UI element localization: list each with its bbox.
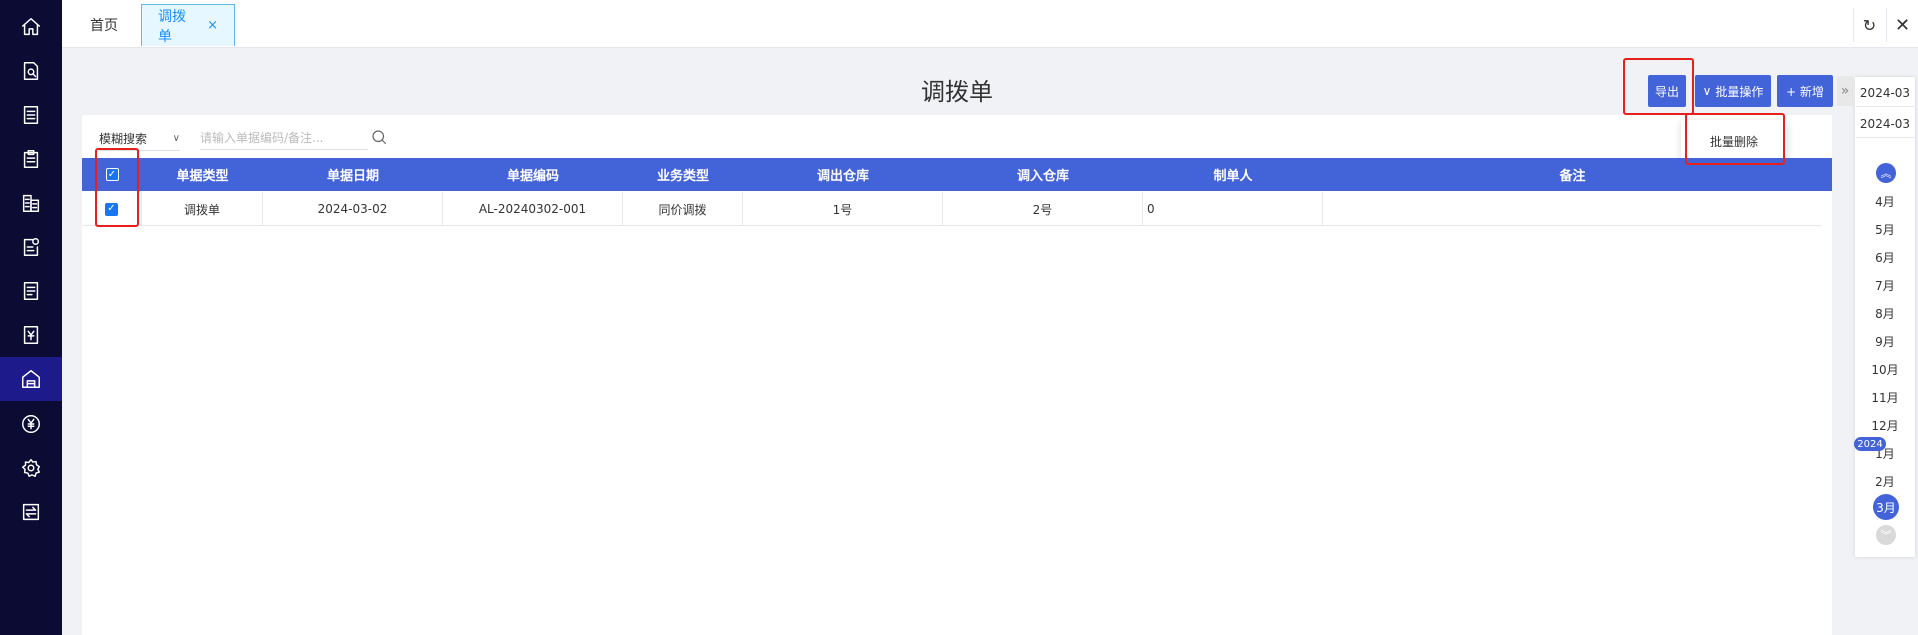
- batch-operation-label: 批量操作: [1715, 84, 1764, 99]
- tab-home-label: 首页: [90, 18, 118, 34]
- sidebar-item-finance-doc[interactable]: [0, 313, 62, 357]
- table-cell: AL-20240302-001: [443, 192, 623, 226]
- column-header[interactable]: 调出仓库: [743, 158, 943, 191]
- sidebar-item-building[interactable]: [0, 181, 62, 225]
- document-settings-icon: [23, 238, 40, 256]
- batch-dropdown-menu: 批量删除: [1681, 120, 1787, 162]
- gear-icon: [22, 459, 40, 477]
- close-all-icon[interactable]: ✕: [1886, 8, 1918, 42]
- table-header: ✓ 单据类型 单据日期 单据编码 业务类型 调出仓库 调入仓库 制单人 备注: [82, 158, 1832, 191]
- column-header[interactable]: 单据编码: [443, 158, 623, 191]
- building-icon: [22, 194, 40, 212]
- column-header[interactable]: 制单人: [1143, 158, 1323, 191]
- sidebar-item-finance[interactable]: [0, 402, 62, 446]
- sidebar-item-clipboard[interactable]: [0, 137, 62, 181]
- end-date-field[interactable]: 2024-03: [1856, 110, 1914, 138]
- row-select-cell: ✓: [82, 192, 142, 226]
- batch-operation-button[interactable]: ∨ 批量操作: [1695, 75, 1771, 107]
- page-title: 调拨单: [921, 78, 993, 106]
- chevron-down-icon: ∨: [172, 133, 180, 144]
- month-item[interactable]: 7月: [1856, 277, 1914, 294]
- table-cell: 1号: [743, 192, 943, 226]
- collapse-panel-icon[interactable]: »: [1837, 76, 1853, 106]
- select-all-checkbox[interactable]: ✓: [105, 168, 119, 181]
- table-cell: 2024-03-02: [263, 192, 443, 226]
- sidebar-item-transfer[interactable]: [0, 490, 62, 534]
- column-header[interactable]: 单据日期: [263, 158, 443, 191]
- document-search-icon: [23, 62, 39, 80]
- table-cell: 同价调拨: [623, 192, 743, 226]
- search-input[interactable]: [200, 126, 368, 150]
- month-item[interactable]: 6月: [1856, 249, 1914, 266]
- sidebar-item-home[interactable]: [0, 5, 62, 49]
- sidebar-item-settings[interactable]: [0, 446, 62, 490]
- month-item[interactable]: 2月: [1856, 473, 1914, 490]
- yen-document-icon: [23, 326, 39, 344]
- select-all-cell: ✓: [82, 158, 142, 191]
- receipt-icon: [23, 282, 39, 300]
- month-item[interactable]: 9月: [1856, 333, 1914, 350]
- month-item[interactable]: 8月: [1856, 305, 1914, 322]
- warehouse-icon: [22, 370, 40, 388]
- home-icon: [22, 18, 40, 36]
- month-item[interactable]: 4月: [1856, 193, 1914, 210]
- search-icon[interactable]: [370, 128, 388, 146]
- sidebar-item-warehouse[interactable]: [0, 357, 62, 401]
- month-item[interactable]: 10月: [1856, 361, 1914, 378]
- search-mode-label: 模糊搜索: [99, 132, 148, 146]
- start-date-field[interactable]: 2024-03: [1856, 79, 1914, 107]
- column-header[interactable]: 调入仓库: [943, 158, 1143, 191]
- year-badge: 2024: [1854, 437, 1886, 451]
- sidebar-item-receipt[interactable]: [0, 269, 62, 313]
- scroll-up-icon[interactable]: ︽: [1876, 163, 1896, 183]
- clipboard-icon: [23, 150, 39, 168]
- column-header[interactable]: 业务类型: [623, 158, 743, 191]
- add-button[interactable]: + 新增: [1777, 75, 1833, 107]
- yen-circle-icon: [22, 415, 40, 433]
- list-icon: [23, 106, 39, 124]
- export-button[interactable]: 导出: [1648, 75, 1686, 107]
- table-row[interactable]: ✓ 调拨单 2024-03-02 AL-20240302-001 同价调拨 1号…: [82, 192, 1822, 226]
- sidebar-item-query[interactable]: [0, 49, 62, 93]
- table-cell: 调拨单: [142, 192, 263, 226]
- menu-item-batch-delete[interactable]: 批量删除: [1710, 133, 1758, 150]
- row-checkbox[interactable]: ✓: [105, 202, 118, 216]
- table-cell: 0: [1143, 192, 1323, 226]
- month-item[interactable]: 12月: [1856, 417, 1914, 434]
- transfer-icon: [22, 503, 40, 521]
- tab-transfer-order-label: 调拨单: [158, 8, 186, 45]
- sidebar: [0, 0, 62, 635]
- dropdown-caret: [1728, 113, 1742, 120]
- close-icon[interactable]: ×: [207, 18, 218, 33]
- chevron-down-icon: ∨: [1702, 84, 1712, 98]
- search-mode-select[interactable]: 模糊搜索 ∨: [99, 127, 180, 151]
- tab-transfer-order[interactable]: 调拨单 ×: [141, 4, 235, 46]
- sidebar-item-settings-doc[interactable]: [0, 225, 62, 269]
- tab-bar: 首页 调拨单 × ↻ ✕: [62, 0, 1918, 48]
- column-header[interactable]: 备注: [1323, 158, 1822, 191]
- month-item[interactable]: 11月: [1856, 389, 1914, 406]
- scroll-down-icon[interactable]: ︾: [1876, 525, 1896, 545]
- tab-home[interactable]: 首页: [74, 4, 134, 46]
- table-cell: 2号: [943, 192, 1143, 226]
- sidebar-item-list[interactable]: [0, 93, 62, 137]
- month-item[interactable]: 5月: [1856, 221, 1914, 238]
- table-cell: [1323, 192, 1822, 226]
- refresh-icon[interactable]: ↻: [1853, 8, 1885, 42]
- month-item-current[interactable]: 3月: [1873, 494, 1899, 520]
- column-header[interactable]: 单据类型: [142, 158, 263, 191]
